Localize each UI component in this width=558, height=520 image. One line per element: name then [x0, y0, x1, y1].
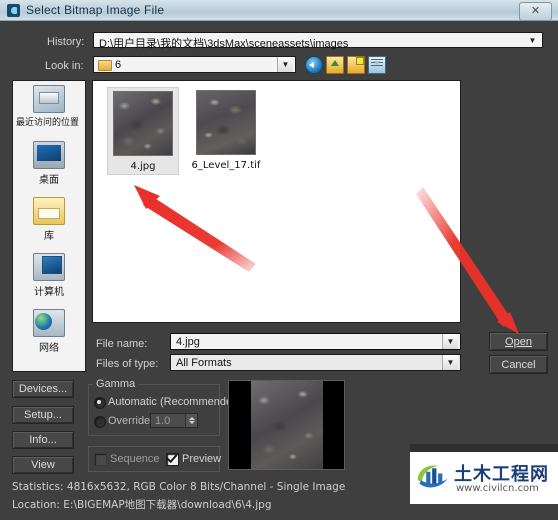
gamma-group — [88, 384, 220, 436]
history-value: D:\用户目录\我的文档\3dsMax\sceneassets\images — [99, 38, 349, 50]
close-icon[interactable]: ✕ — [519, 2, 552, 21]
chevron-down-icon[interactable]: ▼ — [525, 33, 540, 47]
file-name-label: 6_Level_17.tif — [191, 160, 261, 171]
title-bar: Select Bitmap Image File ✕ — [0, 0, 558, 21]
up-folder-icon[interactable] — [326, 56, 344, 74]
desktop-icon — [33, 141, 65, 169]
history-combo[interactable]: D:\用户目录\我的文档\3dsMax\sceneassets\images ▼ — [93, 32, 543, 50]
views-icon[interactable] — [368, 56, 386, 74]
file-list[interactable]: 4.jpg 6_Level_17.tif — [92, 80, 461, 323]
stepper-arrows-icon[interactable] — [185, 414, 197, 427]
watermark-bar — [410, 444, 558, 452]
network-icon — [33, 309, 65, 337]
info-button[interactable]: Info... — [12, 431, 74, 449]
preview-checkbox[interactable] — [166, 453, 179, 466]
location-label: Location: — [12, 499, 60, 511]
image-preview — [228, 380, 345, 470]
lookin-value: 6 — [115, 59, 122, 71]
sidebar-item-library[interactable]: 库 — [13, 193, 85, 249]
chevron-down-icon[interactable]: ▼ — [442, 355, 458, 370]
open-button[interactable]: Open — [489, 332, 548, 351]
sidebar-item-computer[interactable]: 计算机 — [13, 249, 85, 305]
statistics-line: Statistics: 4816x5632, RGB Color 8 Bits/… — [12, 481, 345, 493]
sequence-checkbox[interactable] — [94, 453, 107, 466]
back-icon[interactable] — [305, 56, 323, 74]
lookin-combo[interactable]: 6 ▼ — [93, 56, 296, 73]
sidebar-item-label: 库 — [44, 231, 54, 242]
recent-places-icon — [33, 85, 65, 113]
select-bitmap-dialog: Select Bitmap Image File ✕ History: D:\用… — [0, 0, 558, 520]
window-title: Select Bitmap Image File — [26, 3, 165, 17]
library-icon — [33, 197, 65, 225]
bitmap-file-icon — [7, 4, 20, 17]
filename-label: File name: — [96, 338, 147, 350]
cancel-button[interactable]: Cancel — [489, 355, 548, 374]
chevron-down-icon[interactable]: ▼ — [442, 334, 458, 349]
view-button[interactable]: View — [12, 456, 74, 474]
folder-icon — [98, 60, 112, 71]
sidebar-item-label: 网络 — [39, 343, 59, 354]
chevron-down-icon[interactable] — [374, 61, 380, 65]
file-thumbnail — [113, 91, 173, 156]
lookin-label: Look in: — [45, 60, 84, 72]
statistics-label: Statistics: — [12, 481, 64, 493]
sidebar-item-recent[interactable]: 最近访问的位置 — [13, 81, 85, 137]
gamma-override-label: Override — [108, 415, 151, 427]
filetype-label: Files of type: — [96, 358, 159, 370]
gamma-override-radio[interactable] — [94, 416, 106, 428]
computer-icon — [33, 253, 65, 281]
places-sidebar: 最近访问的位置 桌面 库 计算机 网络 — [12, 80, 86, 372]
filename-input[interactable]: 4.jpg ▼ — [170, 333, 461, 350]
file-thumbnail — [196, 90, 256, 155]
new-folder-icon[interactable] — [347, 56, 365, 74]
preview-thumbnail — [251, 381, 323, 469]
filetype-combo[interactable]: All Formats ▼ — [170, 354, 461, 371]
history-label: History: — [47, 36, 85, 48]
filetype-value: All Formats — [176, 357, 232, 369]
gamma-group-label: Gamma — [93, 378, 139, 390]
watermark-url: www.civilcn.com — [456, 483, 539, 494]
file-name-label: 4.jpg — [130, 161, 156, 172]
sequence-label: Sequence — [110, 453, 160, 465]
sidebar-item-network[interactable]: 网络 — [13, 305, 85, 361]
location-line: Location: E:\BIGEMAP地图下载器\download\6\4.j… — [12, 497, 271, 512]
gamma-automatic-label: Automatic (Recommended) — [108, 396, 242, 408]
filename-value: 4.jpg — [176, 336, 200, 348]
sidebar-item-label: 计算机 — [34, 287, 64, 298]
devices-button[interactable]: Devices... — [12, 380, 74, 398]
setup-button[interactable]: Setup... — [12, 406, 74, 424]
sidebar-item-label: 桌面 — [39, 175, 59, 186]
gamma-override-stepper[interactable]: 1.0 — [150, 413, 198, 428]
list-item[interactable]: 4.jpg — [107, 87, 179, 175]
filename-label-text: File name: — [96, 338, 148, 350]
preview-label: Preview — [182, 453, 222, 465]
sidebar-item-label: 最近访问的位置 — [15, 118, 79, 128]
statistics-value: 4816x5632, RGB Color 8 Bits/Channel - Si… — [66, 481, 346, 493]
sidebar-item-desktop[interactable]: 桌面 — [13, 137, 85, 193]
list-item[interactable]: 6_Level_17.tif — [183, 87, 269, 173]
watermark: 土木工程网 www.civilcn.com — [410, 452, 558, 504]
gamma-override-value: 1.0 — [155, 415, 171, 427]
civilcn-logo-icon — [417, 465, 448, 488]
chevron-down-icon[interactable]: ▼ — [277, 57, 293, 72]
open-button-label: Open — [505, 336, 532, 348]
gamma-automatic-radio[interactable] — [94, 397, 106, 409]
location-value: E:\BIGEMAP地图下载器\download\6\4.jpg — [63, 499, 272, 511]
